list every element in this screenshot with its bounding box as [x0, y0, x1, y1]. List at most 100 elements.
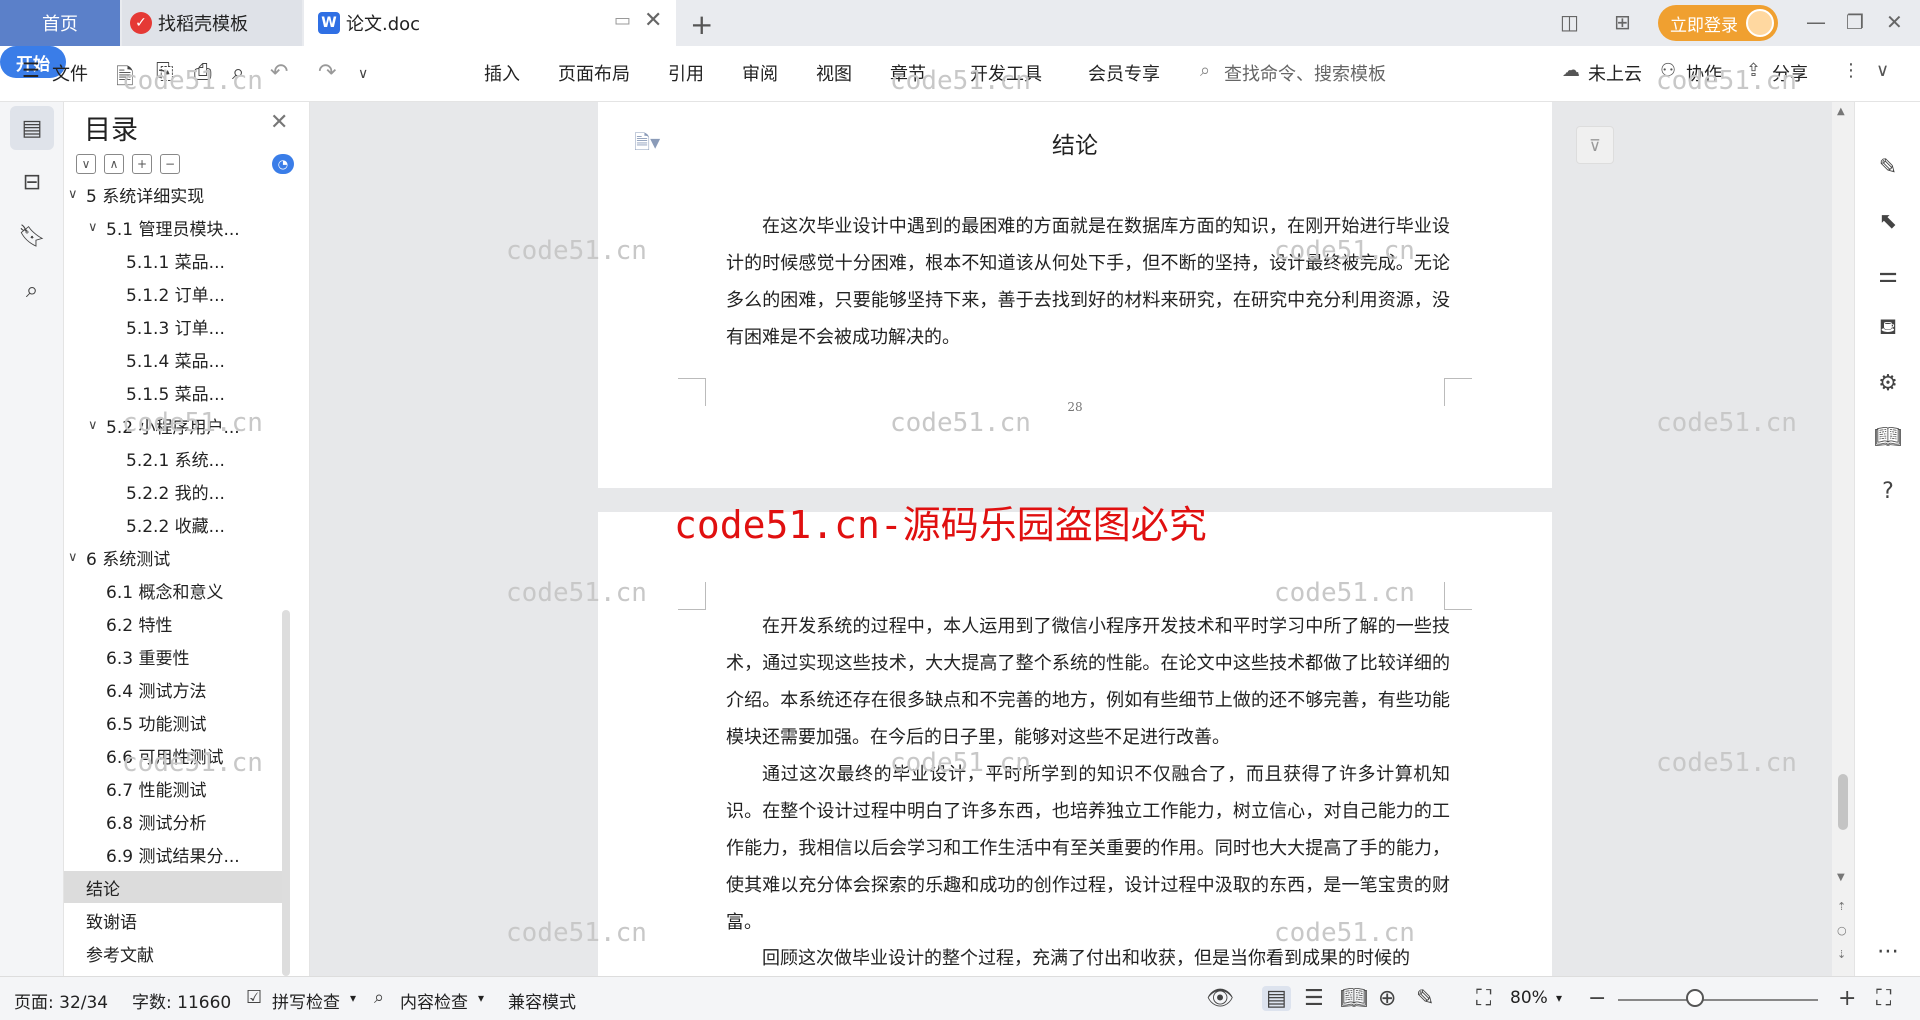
toc-item[interactable]: 5.2.2 收藏...	[64, 508, 282, 540]
login-button[interactable]: 立即登录	[1658, 5, 1778, 41]
chevron-down-icon[interactable]: ∨	[68, 550, 86, 565]
more-options-icon[interactable]: ⋯	[1873, 936, 1903, 966]
write-mode-icon[interactable]: ✎	[1416, 986, 1434, 1011]
tab-review[interactable]: 审阅	[742, 60, 778, 86]
new-tab-button[interactable]: +	[690, 8, 713, 41]
tab-insert[interactable]: 插入	[484, 60, 520, 86]
restore-icon[interactable]: ❐	[1846, 10, 1864, 34]
menu-icon[interactable]: ☰	[22, 58, 40, 82]
content-check-dropdown-icon[interactable]: ▾	[478, 991, 484, 1005]
adjust-icon[interactable]: ⚌	[1873, 260, 1903, 290]
monitor-icon[interactable]: ▭	[614, 10, 631, 31]
collapse-all-icon[interactable]: ∧	[104, 154, 124, 174]
redo-icon[interactable]: ↷	[318, 60, 336, 85]
tab-templates[interactable]: ✓ 找稻壳模板	[122, 0, 302, 46]
word-count[interactable]: 字数: 11660	[132, 988, 231, 1013]
tab-home[interactable]: 首页	[0, 0, 120, 46]
toc-item[interactable]: 5.1.3 订单...	[64, 310, 282, 342]
layout-icon[interactable]: ◫	[1560, 10, 1579, 34]
chevron-down-icon[interactable]: ∨	[68, 188, 86, 202]
scroll-down-icon[interactable]: ▼	[1837, 872, 1845, 883]
fit-page-icon[interactable]: ⛶	[1476, 986, 1491, 1011]
navigation-icon[interactable]: ⊟	[10, 160, 54, 204]
paragraph[interactable]: 在这次毕业设计中遇到的最困难的方面就是在数据库方面的知识，在刚开始进行毕业设计的…	[726, 208, 1450, 356]
zoom-slider[interactable]	[1618, 999, 1818, 1001]
next-page-icon[interactable]: ⇣	[1837, 948, 1846, 961]
paragraph[interactable]: 通过这次最终的毕业设计，平时所学到的知识不仅融合了，而且获得了许多计算机知识。在…	[726, 756, 1450, 941]
toc-item[interactable]: 5.1.4 菜品...	[64, 343, 282, 375]
toc-item[interactable]: 5.1.2 订单...	[64, 277, 282, 309]
toc-item[interactable]: 结论	[64, 871, 282, 903]
toc-item[interactable]: ∨ 6 系统测试	[64, 541, 282, 573]
prev-page-icon[interactable]: ⇡	[1837, 900, 1846, 913]
conclusion-heading[interactable]: 结论	[598, 126, 1552, 160]
book-search-icon[interactable]: 📖︎	[1873, 422, 1903, 452]
spell-check-button[interactable]: 拼写检查	[272, 988, 340, 1013]
page-float-button[interactable]: ⊽	[1576, 126, 1614, 164]
toc-item[interactable]: 5.2.2 我的...	[64, 475, 282, 507]
close-window-icon[interactable]: ✕	[1886, 10, 1903, 34]
smart-toc-icon[interactable]: ◔	[272, 154, 294, 174]
toc-item[interactable]: 6.9 测试结果分...	[64, 838, 282, 870]
vertical-scrollbar[interactable]: ▲ ▼ ⇡ ○ ⇣	[1832, 102, 1854, 976]
toc-item[interactable]: 6.1 概念和意义	[64, 574, 282, 606]
help-icon[interactable]: ?	[1873, 476, 1903, 506]
bookmark-icon[interactable]: 🔖︎	[10, 214, 54, 258]
tab-reference[interactable]: 引用	[668, 60, 704, 86]
ai-assist-icon[interactable]: ⛾	[1873, 314, 1903, 344]
web-view-icon[interactable]: ⊕	[1378, 986, 1396, 1011]
toc-item[interactable]: 6.3 重要性	[64, 640, 282, 672]
toc-item[interactable]: 参考文献	[64, 937, 282, 969]
add-heading-icon[interactable]: +	[132, 154, 152, 174]
zoom-in-icon[interactable]: +	[1838, 986, 1856, 1011]
close-tab-icon[interactable]: ✕	[644, 8, 662, 33]
tab-view[interactable]: 视图	[816, 60, 852, 86]
zoom-slider-handle[interactable]	[1686, 989, 1704, 1007]
toc-item[interactable]: 6.2 特性	[64, 607, 282, 639]
pen-icon[interactable]: ✎	[1873, 152, 1903, 182]
quick-access-dropdown-icon[interactable]: ∨	[358, 66, 368, 82]
eye-protection-icon[interactable]: 👁︎	[1206, 986, 1234, 1011]
spell-dropdown-icon[interactable]: ▾	[350, 991, 356, 1005]
select-cursor-icon[interactable]: ⬉	[1873, 206, 1903, 236]
scroll-up-icon[interactable]: ▲	[1837, 106, 1845, 117]
toc-item[interactable]: 5.1.5 菜品...	[64, 376, 282, 408]
tab-member[interactable]: 会员专享	[1088, 60, 1160, 86]
fullscreen-icon[interactable]: ⛶	[1876, 986, 1891, 1011]
outline-view-icon[interactable]: ☰	[1304, 986, 1324, 1011]
zoom-dropdown-icon[interactable]: ▾	[1556, 991, 1562, 1005]
tab-page-layout[interactable]: 页面布局	[558, 60, 630, 86]
more-icon[interactable]: ⋮	[1842, 60, 1860, 81]
chevron-down-icon[interactable]: ∨	[88, 220, 106, 235]
toc-icon[interactable]: ▤	[10, 106, 54, 150]
page-indicator[interactable]: 页面: 32/34	[14, 988, 108, 1013]
expand-all-icon[interactable]: ∨	[76, 154, 96, 174]
close-icon[interactable]: ✕	[270, 110, 288, 135]
minimize-icon[interactable]: —	[1806, 10, 1826, 34]
select-browse-icon[interactable]: ○	[1837, 924, 1847, 937]
remove-heading-icon[interactable]: −	[160, 154, 180, 174]
toc-item[interactable]: ∨ 5.1 管理员模块...	[64, 211, 282, 243]
toc-item[interactable]: 5.1.1 菜品...	[64, 244, 282, 276]
zoom-out-icon[interactable]: −	[1588, 986, 1606, 1011]
toc-item[interactable]: 5.2.1 系统...	[64, 442, 282, 474]
toc-item[interactable]: 致谢语	[64, 904, 282, 936]
content-check-button[interactable]: 内容检查	[400, 988, 468, 1013]
collapse-ribbon-icon[interactable]: ∨	[1876, 60, 1889, 81]
reading-view-icon[interactable]: 📖︎	[1340, 986, 1368, 1011]
toc-scrollbar[interactable]	[282, 610, 290, 976]
grid-icon[interactable]: ⊞	[1614, 10, 1631, 34]
find-icon[interactable]: ⌕	[10, 268, 54, 312]
toc-item[interactable]: 6.5 功能测试	[64, 706, 282, 738]
toc-item[interactable]: 6.4 测试方法	[64, 673, 282, 705]
zoom-level[interactable]: 80%	[1510, 988, 1548, 1008]
undo-icon[interactable]: ↶	[270, 60, 288, 85]
command-search-input[interactable]: 查找命令、搜索模板	[1224, 60, 1386, 86]
tab-document[interactable]: W 论文.doc ▭ ✕	[304, 0, 676, 46]
file-menu[interactable]: 文件	[52, 60, 88, 86]
toc-item[interactable]: ∨ 5 系统详细实现	[64, 188, 282, 210]
scroll-thumb[interactable]	[1838, 774, 1848, 830]
plugin-icon[interactable]: ⚙	[1873, 368, 1903, 398]
page-view-icon[interactable]: ▤	[1262, 986, 1291, 1011]
chevron-down-icon[interactable]: ∨	[88, 418, 106, 433]
